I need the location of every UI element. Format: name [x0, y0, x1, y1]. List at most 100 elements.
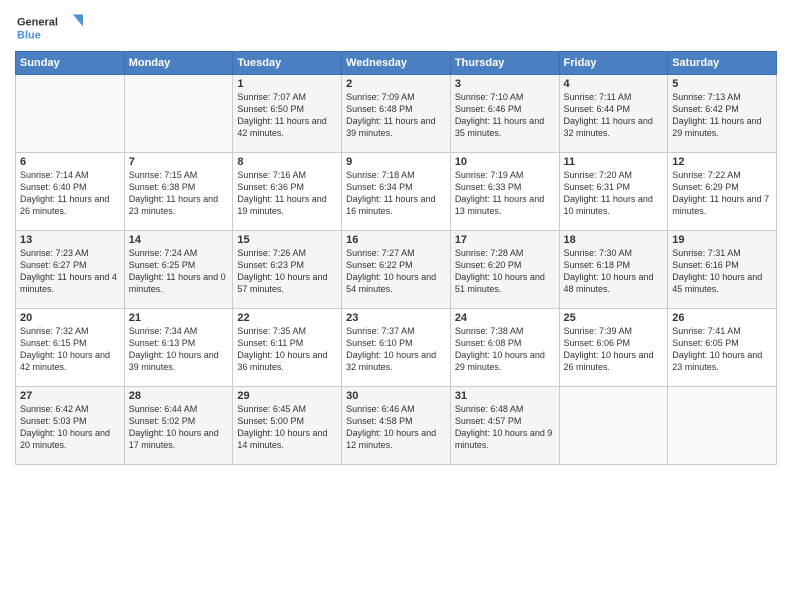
- cell-info: Sunrise: 7:10 AMSunset: 6:46 PMDaylight:…: [455, 91, 555, 140]
- day-number: 30: [346, 390, 446, 402]
- cell-info: Sunrise: 7:20 AMSunset: 6:31 PMDaylight:…: [564, 169, 664, 218]
- week-row-1: 1Sunrise: 7:07 AMSunset: 6:50 PMDaylight…: [16, 75, 777, 153]
- day-number: 20: [20, 312, 120, 324]
- calendar-cell: 28Sunrise: 6:44 AMSunset: 5:02 PMDayligh…: [124, 387, 233, 465]
- weekday-header-friday: Friday: [559, 52, 668, 75]
- logo: General Blue: [15, 10, 85, 45]
- day-number: 5: [672, 78, 772, 90]
- day-number: 1: [237, 78, 337, 90]
- calendar-cell: 17Sunrise: 7:28 AMSunset: 6:20 PMDayligh…: [450, 231, 559, 309]
- cell-info: Sunrise: 6:45 AMSunset: 5:00 PMDaylight:…: [237, 403, 337, 452]
- weekday-header-saturday: Saturday: [668, 52, 777, 75]
- cell-info: Sunrise: 7:30 AMSunset: 6:18 PMDaylight:…: [564, 247, 664, 296]
- day-number: 22: [237, 312, 337, 324]
- calendar-cell: 23Sunrise: 7:37 AMSunset: 6:10 PMDayligh…: [342, 309, 451, 387]
- day-number: 14: [129, 234, 229, 246]
- calendar-cell: 7Sunrise: 7:15 AMSunset: 6:38 PMDaylight…: [124, 153, 233, 231]
- day-number: 19: [672, 234, 772, 246]
- cell-info: Sunrise: 7:16 AMSunset: 6:36 PMDaylight:…: [237, 169, 337, 218]
- calendar-header: SundayMondayTuesdayWednesdayThursdayFrid…: [16, 52, 777, 75]
- calendar-cell: [124, 75, 233, 153]
- calendar-cell: [559, 387, 668, 465]
- calendar-cell: 24Sunrise: 7:38 AMSunset: 6:08 PMDayligh…: [450, 309, 559, 387]
- calendar-cell: 2Sunrise: 7:09 AMSunset: 6:48 PMDaylight…: [342, 75, 451, 153]
- cell-info: Sunrise: 7:26 AMSunset: 6:23 PMDaylight:…: [237, 247, 337, 296]
- day-number: 29: [237, 390, 337, 402]
- calendar-cell: 16Sunrise: 7:27 AMSunset: 6:22 PMDayligh…: [342, 231, 451, 309]
- calendar-cell: 5Sunrise: 7:13 AMSunset: 6:42 PMDaylight…: [668, 75, 777, 153]
- calendar-cell: 22Sunrise: 7:35 AMSunset: 6:11 PMDayligh…: [233, 309, 342, 387]
- calendar-cell: [16, 75, 125, 153]
- calendar-cell: 27Sunrise: 6:42 AMSunset: 5:03 PMDayligh…: [16, 387, 125, 465]
- weekday-header-thursday: Thursday: [450, 52, 559, 75]
- svg-text:General: General: [17, 17, 58, 29]
- day-number: 28: [129, 390, 229, 402]
- header-row: SundayMondayTuesdayWednesdayThursdayFrid…: [16, 52, 777, 75]
- day-number: 4: [564, 78, 664, 90]
- day-number: 25: [564, 312, 664, 324]
- cell-info: Sunrise: 7:37 AMSunset: 6:10 PMDaylight:…: [346, 325, 446, 374]
- calendar-cell: [668, 387, 777, 465]
- cell-info: Sunrise: 7:18 AMSunset: 6:34 PMDaylight:…: [346, 169, 446, 218]
- calendar-cell: 15Sunrise: 7:26 AMSunset: 6:23 PMDayligh…: [233, 231, 342, 309]
- calendar-cell: 8Sunrise: 7:16 AMSunset: 6:36 PMDaylight…: [233, 153, 342, 231]
- calendar-cell: 14Sunrise: 7:24 AMSunset: 6:25 PMDayligh…: [124, 231, 233, 309]
- weekday-header-tuesday: Tuesday: [233, 52, 342, 75]
- cell-info: Sunrise: 6:42 AMSunset: 5:03 PMDaylight:…: [20, 403, 120, 452]
- calendar-cell: 9Sunrise: 7:18 AMSunset: 6:34 PMDaylight…: [342, 153, 451, 231]
- calendar-cell: 31Sunrise: 6:48 AMSunset: 4:57 PMDayligh…: [450, 387, 559, 465]
- cell-info: Sunrise: 7:38 AMSunset: 6:08 PMDaylight:…: [455, 325, 555, 374]
- page-header: General Blue: [15, 10, 777, 45]
- weekday-header-sunday: Sunday: [16, 52, 125, 75]
- cell-info: Sunrise: 6:44 AMSunset: 5:02 PMDaylight:…: [129, 403, 229, 452]
- day-number: 9: [346, 156, 446, 168]
- cell-info: Sunrise: 7:35 AMSunset: 6:11 PMDaylight:…: [237, 325, 337, 374]
- day-number: 18: [564, 234, 664, 246]
- weekday-header-wednesday: Wednesday: [342, 52, 451, 75]
- day-number: 31: [455, 390, 555, 402]
- day-number: 8: [237, 156, 337, 168]
- cell-info: Sunrise: 7:31 AMSunset: 6:16 PMDaylight:…: [672, 247, 772, 296]
- calendar-cell: 18Sunrise: 7:30 AMSunset: 6:18 PMDayligh…: [559, 231, 668, 309]
- week-row-3: 13Sunrise: 7:23 AMSunset: 6:27 PMDayligh…: [16, 231, 777, 309]
- day-number: 13: [20, 234, 120, 246]
- cell-info: Sunrise: 6:46 AMSunset: 4:58 PMDaylight:…: [346, 403, 446, 452]
- cell-info: Sunrise: 7:14 AMSunset: 6:40 PMDaylight:…: [20, 169, 120, 218]
- calendar-cell: 10Sunrise: 7:19 AMSunset: 6:33 PMDayligh…: [450, 153, 559, 231]
- logo-icon: General Blue: [15, 10, 85, 45]
- cell-info: Sunrise: 6:48 AMSunset: 4:57 PMDaylight:…: [455, 403, 555, 452]
- calendar-cell: 4Sunrise: 7:11 AMSunset: 6:44 PMDaylight…: [559, 75, 668, 153]
- cell-info: Sunrise: 7:24 AMSunset: 6:25 PMDaylight:…: [129, 247, 229, 296]
- week-row-2: 6Sunrise: 7:14 AMSunset: 6:40 PMDaylight…: [16, 153, 777, 231]
- day-number: 7: [129, 156, 229, 168]
- cell-info: Sunrise: 7:19 AMSunset: 6:33 PMDaylight:…: [455, 169, 555, 218]
- calendar-cell: 6Sunrise: 7:14 AMSunset: 6:40 PMDaylight…: [16, 153, 125, 231]
- weekday-header-monday: Monday: [124, 52, 233, 75]
- calendar-cell: 12Sunrise: 7:22 AMSunset: 6:29 PMDayligh…: [668, 153, 777, 231]
- day-number: 24: [455, 312, 555, 324]
- day-number: 23: [346, 312, 446, 324]
- cell-info: Sunrise: 7:09 AMSunset: 6:48 PMDaylight:…: [346, 91, 446, 140]
- cell-info: Sunrise: 7:13 AMSunset: 6:42 PMDaylight:…: [672, 91, 772, 140]
- calendar-cell: 19Sunrise: 7:31 AMSunset: 6:16 PMDayligh…: [668, 231, 777, 309]
- cell-info: Sunrise: 7:22 AMSunset: 6:29 PMDaylight:…: [672, 169, 772, 218]
- day-number: 15: [237, 234, 337, 246]
- day-number: 17: [455, 234, 555, 246]
- day-number: 11: [564, 156, 664, 168]
- day-number: 26: [672, 312, 772, 324]
- cell-info: Sunrise: 7:11 AMSunset: 6:44 PMDaylight:…: [564, 91, 664, 140]
- day-number: 3: [455, 78, 555, 90]
- cell-info: Sunrise: 7:07 AMSunset: 6:50 PMDaylight:…: [237, 91, 337, 140]
- day-number: 27: [20, 390, 120, 402]
- calendar-cell: 26Sunrise: 7:41 AMSunset: 6:05 PMDayligh…: [668, 309, 777, 387]
- calendar-cell: 21Sunrise: 7:34 AMSunset: 6:13 PMDayligh…: [124, 309, 233, 387]
- calendar-cell: 20Sunrise: 7:32 AMSunset: 6:15 PMDayligh…: [16, 309, 125, 387]
- svg-text:Blue: Blue: [17, 30, 41, 42]
- cell-info: Sunrise: 7:41 AMSunset: 6:05 PMDaylight:…: [672, 325, 772, 374]
- calendar-cell: 29Sunrise: 6:45 AMSunset: 5:00 PMDayligh…: [233, 387, 342, 465]
- cell-info: Sunrise: 7:28 AMSunset: 6:20 PMDaylight:…: [455, 247, 555, 296]
- calendar-cell: 1Sunrise: 7:07 AMSunset: 6:50 PMDaylight…: [233, 75, 342, 153]
- cell-info: Sunrise: 7:27 AMSunset: 6:22 PMDaylight:…: [346, 247, 446, 296]
- calendar-body: 1Sunrise: 7:07 AMSunset: 6:50 PMDaylight…: [16, 75, 777, 465]
- day-number: 10: [455, 156, 555, 168]
